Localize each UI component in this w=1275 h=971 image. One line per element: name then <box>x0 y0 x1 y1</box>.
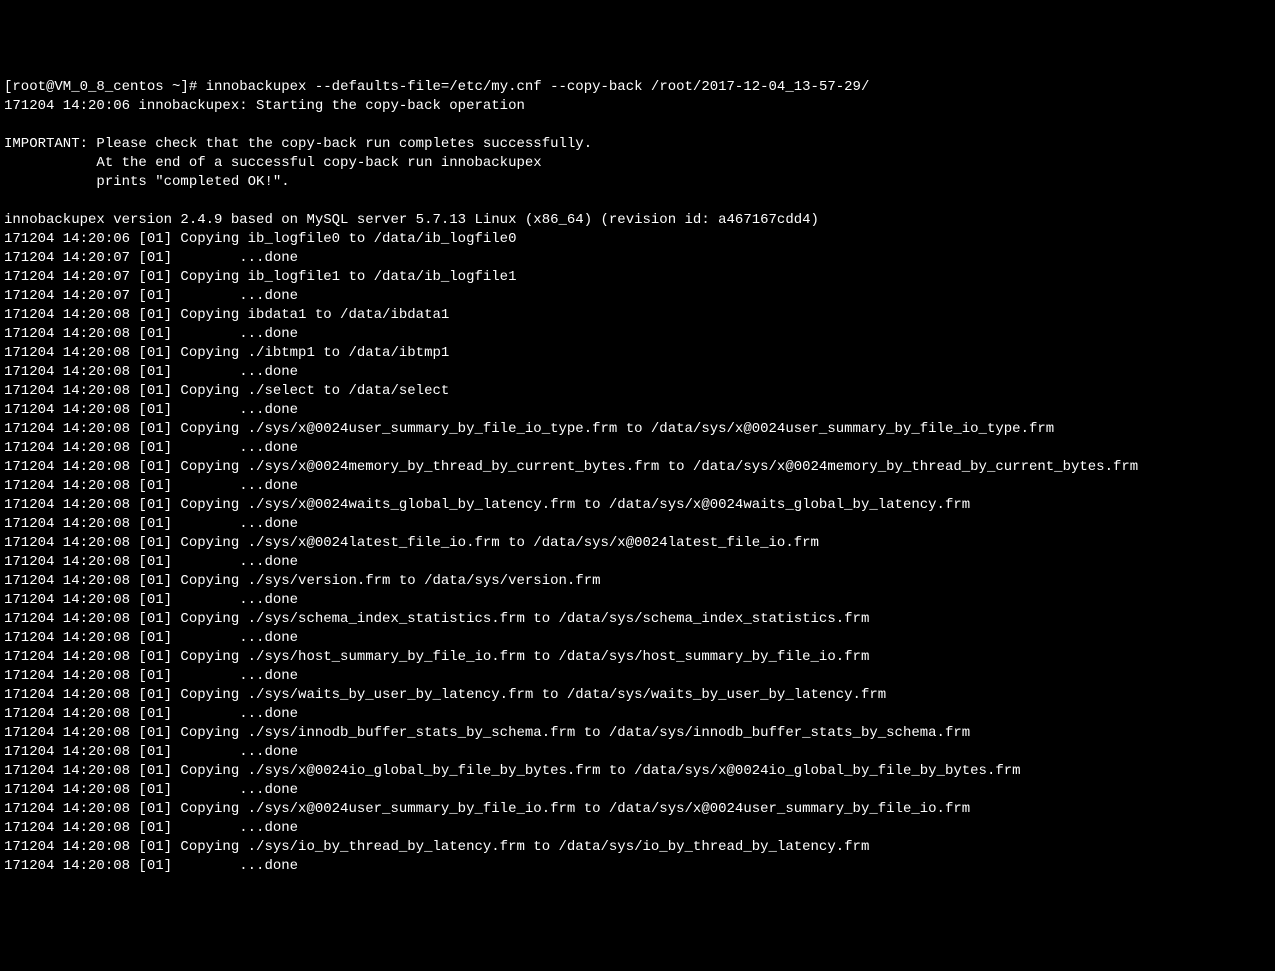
log-line: 171204 14:20:08 [01] ...done <box>4 706 298 722</box>
log-line: 171204 14:20:08 [01] Copying ./sys/waits… <box>4 687 886 703</box>
log-line: 171204 14:20:08 [01] Copying ./sys/io_by… <box>4 839 869 855</box>
version-line: innobackupex version 2.4.9 based on MySQ… <box>4 212 819 228</box>
log-line: 171204 14:20:08 [01] ...done <box>4 630 298 646</box>
log-line: 171204 14:20:08 [01] ...done <box>4 440 298 456</box>
important-notice: IMPORTANT: Please check that the copy-ba… <box>4 136 592 152</box>
log-line: 171204 14:20:08 [01] Copying ./sys/x@002… <box>4 801 970 817</box>
log-line: 171204 14:20:08 [01] Copying ibdata1 to … <box>4 307 449 323</box>
log-line: 171204 14:20:08 [01] Copying ./sys/innod… <box>4 725 970 741</box>
log-line: 171204 14:20:08 [01] ...done <box>4 516 298 532</box>
log-line: 171204 14:20:08 [01] Copying ./select to… <box>4 383 449 399</box>
log-line: 171204 14:20:08 [01] Copying ./sys/schem… <box>4 611 869 627</box>
log-line: 171204 14:20:08 [01] Copying ./ibtmp1 to… <box>4 345 449 361</box>
log-line: 171204 14:20:08 [01] ...done <box>4 402 298 418</box>
log-line: 171204 14:20:06 innobackupex: Starting t… <box>4 98 525 114</box>
command-text: innobackupex --defaults-file=/etc/my.cnf… <box>206 79 870 95</box>
log-line: 171204 14:20:07 [01] ...done <box>4 288 298 304</box>
log-line: 171204 14:20:08 [01] ...done <box>4 326 298 342</box>
log-line: 171204 14:20:06 [01] Copying ib_logfile0… <box>4 231 516 247</box>
log-line: 171204 14:20:07 [01] Copying ib_logfile1… <box>4 269 516 285</box>
log-line: 171204 14:20:08 [01] Copying ./sys/x@002… <box>4 459 1138 475</box>
log-line: 171204 14:20:08 [01] ...done <box>4 364 298 380</box>
log-line: 171204 14:20:08 [01] ...done <box>4 820 298 836</box>
log-line: 171204 14:20:08 [01] Copying ./sys/x@002… <box>4 421 1054 437</box>
log-line: 171204 14:20:08 [01] ...done <box>4 592 298 608</box>
important-notice: At the end of a successful copy-back run… <box>4 155 542 171</box>
log-line: 171204 14:20:08 [01] ...done <box>4 554 298 570</box>
terminal-output[interactable]: [root@VM_0_8_centos ~]# innobackupex --d… <box>4 78 1271 876</box>
log-line: 171204 14:20:08 [01] ...done <box>4 782 298 798</box>
log-line: 171204 14:20:08 [01] Copying ./sys/versi… <box>4 573 601 589</box>
log-line: 171204 14:20:07 [01] ...done <box>4 250 298 266</box>
log-line: 171204 14:20:08 [01] Copying ./sys/x@002… <box>4 763 1021 779</box>
log-line: 171204 14:20:08 [01] Copying ./sys/x@002… <box>4 497 970 513</box>
log-line: 171204 14:20:08 [01] ...done <box>4 744 298 760</box>
log-line: 171204 14:20:08 [01] Copying ./sys/host_… <box>4 649 869 665</box>
log-line: 171204 14:20:08 [01] ...done <box>4 478 298 494</box>
log-line: 171204 14:20:08 [01] Copying ./sys/x@002… <box>4 535 819 551</box>
shell-prompt: [root@VM_0_8_centos ~]# <box>4 79 206 95</box>
log-line: 171204 14:20:08 [01] ...done <box>4 668 298 684</box>
log-line: 171204 14:20:08 [01] ...done <box>4 858 298 874</box>
important-notice: prints "completed OK!". <box>4 174 290 190</box>
